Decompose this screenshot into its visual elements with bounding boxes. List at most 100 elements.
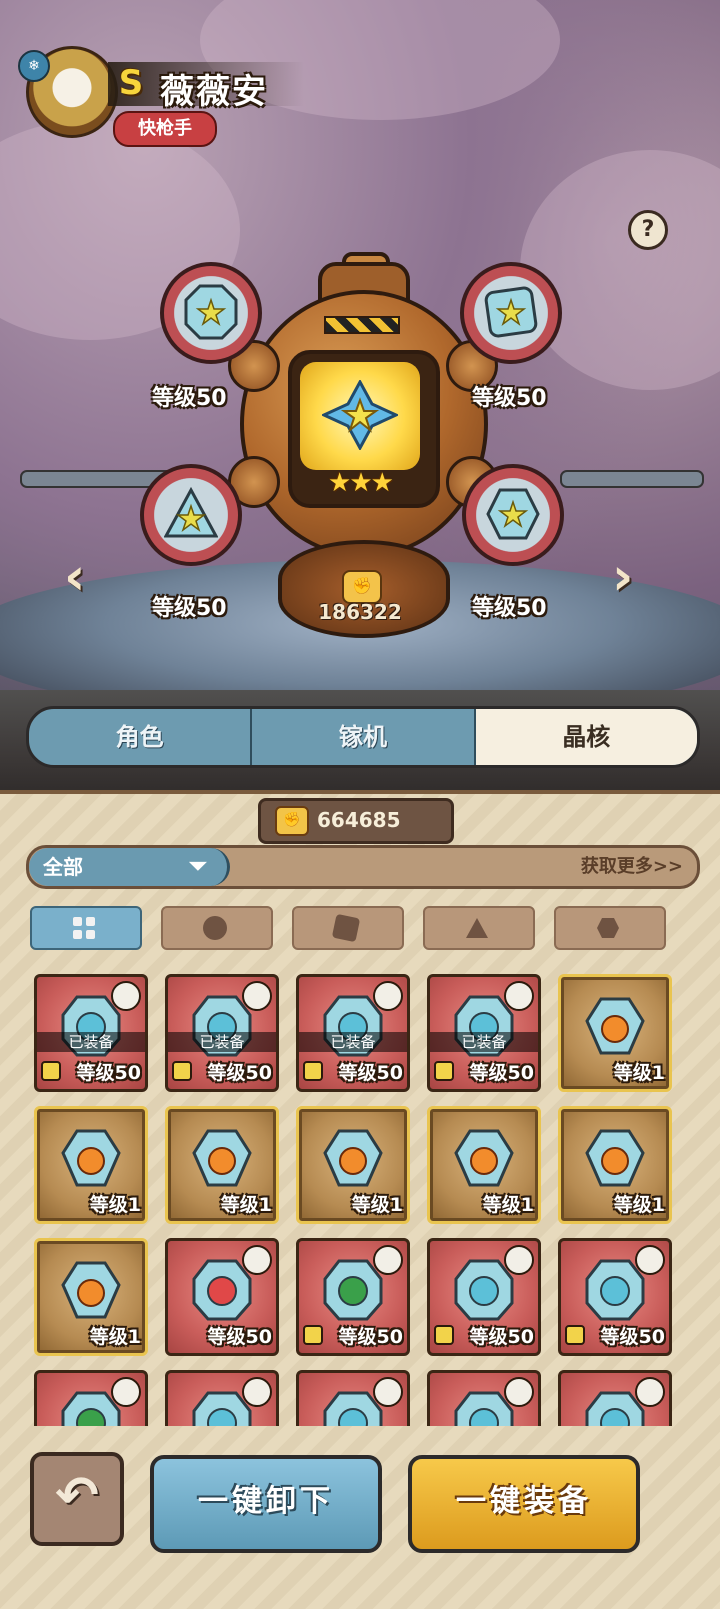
back-button[interactable]: ↶ bbox=[30, 1452, 124, 1546]
core-slot-top-right[interactable] bbox=[460, 262, 562, 364]
slot-level-label: 等级50 bbox=[472, 386, 547, 411]
lock-icon bbox=[41, 1061, 61, 1081]
currency-value: 664685 bbox=[317, 808, 401, 832]
owner-portrait-icon bbox=[242, 981, 272, 1011]
slot-level-label: 等级50 bbox=[472, 596, 547, 621]
power-fist-icon: ✊ bbox=[342, 570, 382, 604]
core-item[interactable]: 已装备等级50 bbox=[165, 974, 279, 1092]
lock-icon bbox=[303, 1325, 323, 1345]
item-level: 等级1 bbox=[351, 1194, 403, 1216]
owner-portrait-icon bbox=[242, 1245, 272, 1275]
triangle-gem-icon bbox=[164, 486, 218, 538]
lock-icon bbox=[303, 1061, 323, 1081]
owner-portrait-icon bbox=[373, 1245, 403, 1275]
core-star-gem-icon bbox=[322, 380, 398, 450]
core-item[interactable]: 等级1 bbox=[296, 1106, 410, 1224]
next-hero-arrow[interactable]: › bbox=[612, 551, 648, 603]
hexagon-gem-icon bbox=[486, 488, 540, 540]
slot-level-label: 等级50 bbox=[152, 386, 227, 411]
item-level: 等级50 bbox=[338, 1062, 403, 1084]
shape-filter-tabs bbox=[30, 906, 690, 950]
core-gem-icon bbox=[61, 1129, 121, 1187]
tab-gear[interactable]: 镓机 bbox=[252, 709, 476, 765]
core-item[interactable]: 已装备等级50 bbox=[34, 974, 148, 1092]
equipped-label: 已装备 bbox=[430, 1032, 538, 1052]
core-inventory-grid: 已装备 等级50 已装备 等级50 已装备 等级50 已装备 等级50 等级1 等级1 等级1 等级1… bbox=[34, 974, 694, 1426]
item-level: 等级1 bbox=[613, 1194, 665, 1216]
tab-core[interactable]: 晶核 bbox=[475, 709, 697, 765]
item-level: 等级1 bbox=[89, 1194, 141, 1216]
unequip-all-button[interactable]: 一键卸下 bbox=[150, 1455, 382, 1553]
filter-bar: 全部 ⏷ 获取更多>> bbox=[26, 845, 700, 889]
equipped-label: 已装备 bbox=[168, 1032, 276, 1052]
core-gem-icon bbox=[61, 1261, 121, 1319]
core-power-value: 186322 bbox=[318, 600, 402, 624]
core-item[interactable]: 等级1 bbox=[34, 1106, 148, 1224]
all-icon bbox=[73, 917, 95, 939]
power-fist-icon: ✊ bbox=[275, 806, 309, 836]
owner-portrait-icon bbox=[504, 1245, 534, 1275]
item-level: 等级50 bbox=[338, 1326, 403, 1348]
owner-portrait-icon bbox=[635, 1377, 665, 1407]
hazard-stripe bbox=[324, 316, 400, 334]
core-item[interactable]: 等级50 bbox=[296, 1238, 410, 1356]
core-item[interactable]: 等级1 bbox=[427, 1106, 541, 1224]
core-item[interactable] bbox=[427, 1370, 541, 1426]
core-item[interactable]: 等级1 bbox=[558, 1106, 672, 1224]
circle-shape-icon bbox=[203, 916, 227, 940]
item-level: 等级1 bbox=[613, 1062, 665, 1084]
shape-tab-triangle[interactable] bbox=[423, 906, 535, 950]
lock-icon bbox=[565, 1325, 585, 1345]
owner-portrait-icon bbox=[635, 1245, 665, 1275]
core-item[interactable]: 等级1 bbox=[558, 974, 672, 1092]
filter-selected-label: 全部 bbox=[43, 855, 83, 879]
shape-tab-hexagon[interactable] bbox=[554, 906, 666, 950]
core-item[interactable]: 等级1 bbox=[165, 1106, 279, 1224]
item-level: 等级50 bbox=[76, 1062, 141, 1084]
core-item[interactable] bbox=[165, 1370, 279, 1426]
core-item[interactable]: 等级50 bbox=[558, 1238, 672, 1356]
core-slot-top-left[interactable] bbox=[160, 262, 262, 364]
shape-tab-circle[interactable] bbox=[161, 906, 273, 950]
owner-portrait-icon bbox=[373, 981, 403, 1011]
section-tabs: 角色 镓机 晶核 bbox=[26, 706, 700, 768]
lock-icon bbox=[172, 1061, 192, 1081]
core-slot-bottom-left[interactable] bbox=[140, 464, 242, 566]
owner-portrait-icon bbox=[504, 981, 534, 1011]
owner-portrait-icon bbox=[373, 1377, 403, 1407]
slot-level-label: 等级50 bbox=[152, 596, 227, 621]
core-item[interactable] bbox=[296, 1370, 410, 1426]
hero-name: 薇薇安 bbox=[160, 72, 268, 112]
owner-portrait-icon bbox=[242, 1377, 272, 1407]
help-button[interactable]: ? bbox=[628, 210, 668, 250]
core-item[interactable]: 等级50 bbox=[165, 1238, 279, 1356]
core-item[interactable]: 已装备等级50 bbox=[427, 974, 541, 1092]
core-item[interactable]: 等级50 bbox=[427, 1238, 541, 1356]
core-item[interactable]: 已装备 等级50 bbox=[296, 974, 410, 1092]
shape-tab-all[interactable] bbox=[30, 906, 142, 950]
item-level: 等级1 bbox=[220, 1194, 272, 1216]
item-level: 等级50 bbox=[207, 1062, 272, 1084]
shape-tab-square[interactable] bbox=[292, 906, 404, 950]
equip-all-button[interactable]: 一键装备 bbox=[408, 1455, 640, 1553]
get-more-link[interactable]: 获取更多>> bbox=[581, 848, 683, 886]
core-item[interactable] bbox=[558, 1370, 672, 1426]
core-gem-icon bbox=[192, 1129, 252, 1187]
item-level: 等级50 bbox=[207, 1326, 272, 1348]
core-item[interactable] bbox=[34, 1370, 148, 1426]
core-slot-bottom-right[interactable] bbox=[462, 464, 564, 566]
core-item[interactable]: 等级1 bbox=[34, 1238, 148, 1356]
lock-icon bbox=[434, 1061, 454, 1081]
tab-character[interactable]: 角色 bbox=[29, 709, 253, 765]
item-level: 等级50 bbox=[469, 1062, 534, 1084]
element-badge-icon: ❄ bbox=[18, 50, 50, 82]
filter-dropdown[interactable]: 全部 ⏷ bbox=[29, 848, 230, 886]
item-level: 等级50 bbox=[469, 1326, 534, 1348]
lock-icon bbox=[434, 1325, 454, 1345]
core-gem-icon bbox=[454, 1129, 514, 1187]
octagon-gem-icon bbox=[184, 284, 238, 340]
core-gem-icon bbox=[585, 1129, 645, 1187]
equipped-label: 已装备 bbox=[37, 1032, 145, 1052]
core-gem-icon bbox=[585, 997, 645, 1055]
prev-hero-arrow[interactable]: ‹ bbox=[64, 551, 100, 603]
